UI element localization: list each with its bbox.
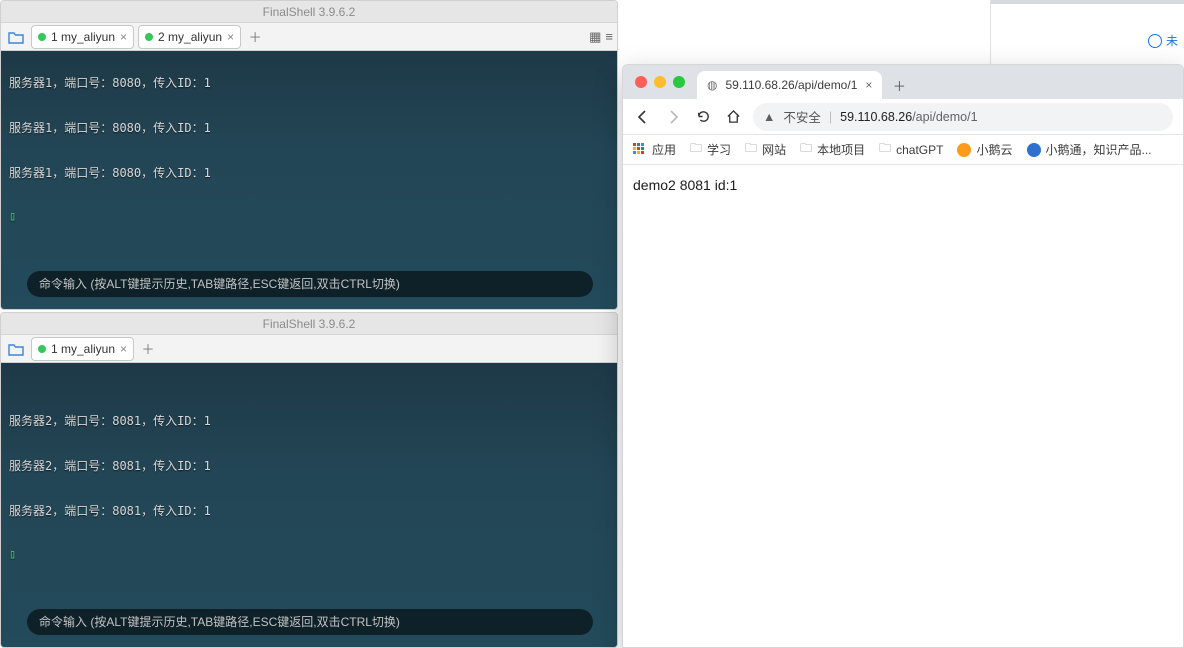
- close-icon[interactable]: ×: [120, 342, 127, 356]
- add-tab-button[interactable]: ＋: [138, 339, 158, 359]
- back-button[interactable]: [633, 107, 653, 127]
- bookmark-label: 学习: [707, 141, 731, 158]
- bookmark-chatgpt[interactable]: 🗀 chatGPT: [879, 139, 943, 160]
- minimize-window-icon[interactable]: [654, 76, 666, 88]
- folder-icon: 🗀: [800, 139, 812, 160]
- page-content: demo2 8081 id:1: [623, 165, 1183, 205]
- page-body-text: demo2 8081 id:1: [633, 177, 737, 193]
- url-path: /api/demo/1: [912, 110, 977, 124]
- bookmark-xiaoetong[interactable]: 小鹅通，知识产品...: [1027, 141, 1152, 158]
- terminal-cursor: ▯: [9, 547, 211, 561]
- add-tab-button[interactable]: ＋: [245, 27, 265, 47]
- terminal-line: 服务器2，端口号：8081，传入ID：1: [9, 502, 211, 519]
- terminal-line: 服务器1，端口号：8080，传入ID：1: [9, 119, 211, 136]
- reload-button[interactable]: [693, 107, 713, 127]
- apps-grid-icon: [633, 143, 647, 157]
- command-input[interactable]: 命令输入 (按ALT键提示历史,TAB键路径,ESC键返回,双击CTRL切换): [27, 271, 593, 297]
- status-dot-icon: [145, 33, 153, 41]
- close-icon[interactable]: ×: [865, 78, 872, 92]
- window-title: FinalShell 3.9.6.2: [1, 1, 617, 23]
- site-icon: [957, 143, 971, 157]
- browser-toolbar: ▲ 不安全 | 59.110.68.26/api/demo/1: [623, 99, 1183, 135]
- bookmark-local[interactable]: 🗀 本地项目: [800, 139, 865, 160]
- tab-2-my-aliyun[interactable]: 2 my_aliyun ×: [138, 25, 241, 49]
- browser-tab-active[interactable]: ◍ 59.110.68.26/api/demo/1 ×: [697, 71, 882, 99]
- cloud-sync-badge: 未: [1148, 32, 1178, 49]
- tab-label: 1 my_aliyun: [51, 30, 115, 44]
- grid-view-icon[interactable]: ▦: [589, 29, 601, 45]
- bookmark-label: 应用: [652, 141, 676, 158]
- warning-triangle-icon: ▲: [763, 110, 775, 124]
- url-text: 59.110.68.26/api/demo/1: [840, 110, 977, 124]
- terminal-output[interactable]: 服务器1，端口号：8080，传入ID：1 服务器1，端口号：8080，传入ID：…: [1, 51, 617, 310]
- bookmark-label: chatGPT: [896, 143, 943, 157]
- command-input[interactable]: 命令输入 (按ALT键提示历史,TAB键路径,ESC键返回,双击CTRL切换): [27, 609, 593, 635]
- tab-label: 1 my_aliyun: [51, 342, 115, 356]
- window-traffic-lights: [629, 65, 691, 99]
- close-window-icon[interactable]: [635, 76, 647, 88]
- close-icon[interactable]: ×: [120, 30, 127, 44]
- folder-icon: 🗀: [690, 139, 702, 160]
- tab-label: 2 my_aliyun: [158, 30, 222, 44]
- bookmark-label: 小鹅云: [976, 141, 1012, 158]
- terminal-line: 服务器1，端口号：8080，传入ID：1: [9, 74, 211, 91]
- browser-tab-title: 59.110.68.26/api/demo/1: [725, 78, 857, 92]
- globe-icon: ◍: [707, 78, 717, 92]
- maximize-window-icon[interactable]: [673, 76, 685, 88]
- bookmark-label: 网站: [762, 141, 786, 158]
- terminal-cursor: ▯: [9, 209, 211, 223]
- folder-icon: 🗀: [879, 139, 891, 160]
- status-dot-icon: [38, 345, 46, 353]
- url-host: 59.110.68.26: [840, 110, 912, 124]
- close-icon[interactable]: ×: [227, 30, 234, 44]
- terminal-line: 服务器2，端口号：8081，传入ID：1: [9, 457, 211, 474]
- address-bar[interactable]: ▲ 不安全 | 59.110.68.26/api/demo/1: [753, 103, 1173, 131]
- bookmark-study[interactable]: 🗀 学习: [690, 139, 731, 160]
- bookmark-label: 本地项目: [817, 141, 865, 158]
- cloud-icon: [1148, 34, 1162, 48]
- bookmark-apps[interactable]: 应用: [633, 141, 676, 158]
- cloud-badge-text: 未: [1166, 32, 1178, 49]
- terminal-line: 服务器2，端口号：8081，传入ID：1: [9, 412, 211, 429]
- tab-1-my-aliyun[interactable]: 1 my_aliyun ×: [31, 337, 134, 361]
- terminal-lines: 服务器2，端口号：8081，传入ID：1 服务器2，端口号：8081，传入ID：…: [9, 384, 211, 589]
- tab-1-my-aliyun[interactable]: 1 my_aliyun ×: [31, 25, 134, 49]
- site-icon: [1027, 143, 1041, 157]
- open-folder-icon[interactable]: [5, 26, 27, 48]
- new-tab-button[interactable]: ＋: [888, 74, 910, 96]
- terminal-lines: 服务器1，端口号：8080，传入ID：1 服务器1，端口号：8080，传入ID：…: [9, 46, 211, 251]
- bookmark-xiaoeyun[interactable]: 小鹅云: [957, 141, 1012, 158]
- browser-tab-bar: ◍ 59.110.68.26/api/demo/1 × ＋: [623, 65, 1183, 99]
- home-button[interactable]: [723, 107, 743, 127]
- view-mode-toggles: ▦ ≡: [589, 29, 613, 45]
- folder-icon: 🗀: [745, 139, 757, 160]
- insecure-label: 不安全: [783, 107, 821, 126]
- bookmark-label: 小鹅通，知识产品...: [1046, 141, 1152, 158]
- forward-button[interactable]: [663, 107, 683, 127]
- terminal-output[interactable]: 服务器2，端口号：8081，传入ID：1 服务器2，端口号：8081，传入ID：…: [1, 363, 617, 648]
- browser-window: ◍ 59.110.68.26/api/demo/1 × ＋ ▲ 不安全 | 59…: [622, 64, 1184, 648]
- bookmarks-bar: 应用 🗀 学习 🗀 网站 🗀 本地项目 🗀 chatGPT 小鹅云 小鹅通，知识产品..…: [623, 135, 1183, 165]
- finalshell-window-1: FinalShell 3.9.6.2 1 my_aliyun × 2 my_al…: [0, 0, 618, 310]
- separator: |: [829, 110, 832, 124]
- terminal-line: 服务器1，端口号：8080，传入ID：1: [9, 164, 211, 181]
- finalshell-window-2: FinalShell 3.9.6.2 1 my_aliyun × ＋ 服务器2，…: [0, 312, 618, 648]
- bookmark-sites[interactable]: 🗀 网站: [745, 139, 786, 160]
- window-title: FinalShell 3.9.6.2: [1, 313, 617, 335]
- open-folder-icon[interactable]: [5, 338, 27, 360]
- status-dot-icon: [38, 33, 46, 41]
- tab-bar: 1 my_aliyun × ＋: [1, 335, 617, 363]
- list-view-icon[interactable]: ≡: [605, 29, 613, 45]
- background-window-sliver: 未: [990, 0, 1184, 64]
